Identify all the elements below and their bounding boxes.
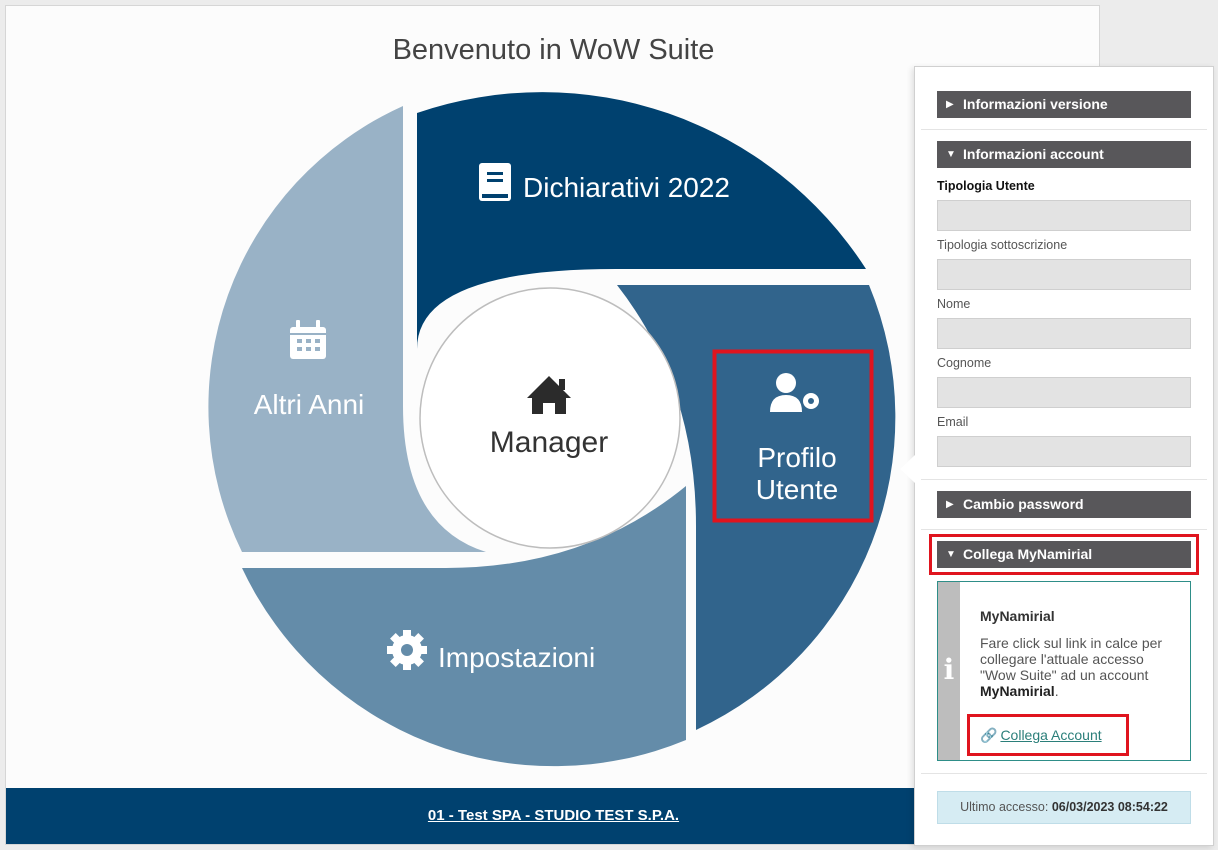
tipologia-utente-field[interactable] [937,200,1191,231]
tipologia-utente-label: Tipologia Utente [937,179,1035,193]
cognome-label: Cognome [937,356,992,370]
divider [921,479,1207,480]
accordion-informazioni-versione[interactable]: ▶ Informazioni versione [937,91,1191,118]
segment-manager[interactable] [419,287,681,549]
info-stripe: i [938,582,960,760]
segment-impostazioni-label: Impostazioni [438,642,595,673]
accordion-informazioni-account[interactable]: ▼ Informazioni account [937,141,1191,168]
divider [921,529,1207,530]
accordion-cambio-password-label: Cambio password [963,496,1084,512]
accordion-cambio-password[interactable]: ▶ Cambio password [937,491,1191,518]
last-access-box: Ultimo accesso: 06/03/2023 08:54:22 [937,791,1191,824]
segment-profilo-label-line2: Utente [756,474,839,505]
accordion-collega-mynamirial-label: Collega MyNamirial [963,546,1093,562]
last-access-label: Ultimo accesso: [960,800,1049,814]
info-title: MyNamirial [980,608,1055,624]
last-access-value: 06/03/2023 08:54:22 [1051,800,1168,814]
accordion-collega-mynamirial[interactable]: ▼ Collega MyNamirial [937,541,1191,568]
info-icon: i [943,653,955,686]
book-icon [479,163,511,201]
info-text: Fare click sul link in calce per collega… [980,635,1163,699]
accordion-informazioni-versione-label: Informazioni versione [963,96,1108,112]
tipologia-sottoscrizione-field[interactable] [937,259,1191,290]
caret-down-icon: ▼ [946,549,956,560]
email-label: Email [937,415,969,429]
gear-icon [387,630,427,670]
segment-profilo-label-line1: Profilo [757,442,836,473]
caret-right-icon: ▶ [946,99,954,110]
cognome-field[interactable] [937,377,1191,408]
nome-label: Nome [937,297,971,311]
divider [921,129,1207,130]
segment-altri-anni-label: Altri Anni [254,389,365,420]
email-field[interactable] [937,436,1191,467]
collega-account-highlight [967,714,1129,756]
segment-manager-label: Manager [490,426,608,459]
divider [921,773,1207,774]
panel-pointer [900,455,915,483]
tipologia-sottoscrizione-label: Tipologia sottoscrizione [937,238,1068,252]
segment-dichiarativi-label: Dichiarativi 2022 [523,172,730,203]
nome-field[interactable] [937,318,1191,349]
caret-down-icon: ▼ [946,149,956,160]
account-panel: ▶ Informazioni versione ▼ Informazioni a… [914,66,1214,846]
accordion-informazioni-account-label: Informazioni account [963,146,1104,162]
caret-right-icon: ▶ [946,499,954,510]
